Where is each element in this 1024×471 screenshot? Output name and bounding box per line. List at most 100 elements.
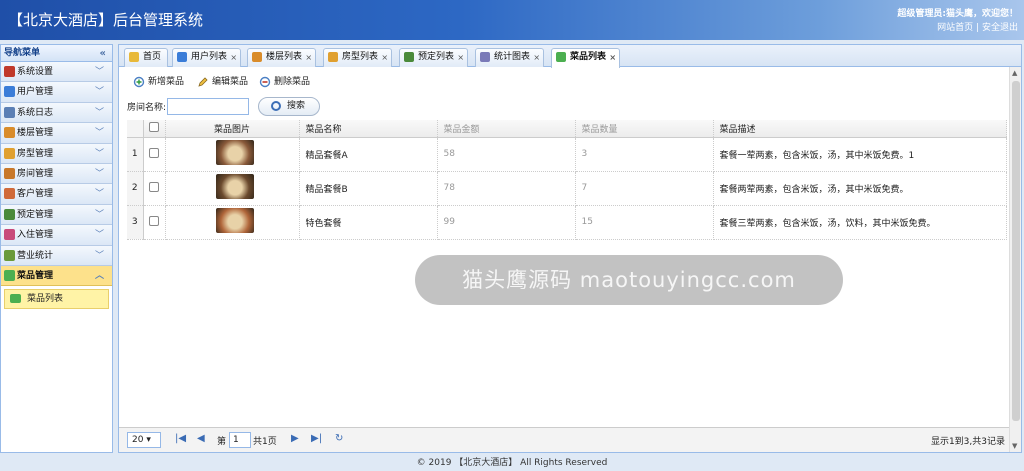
add-icon <box>133 76 145 88</box>
chevron-icon[interactable]: ﹀ <box>95 144 104 164</box>
sidebar-item-9[interactable]: 营业统计 ﹀ <box>1 245 112 266</box>
table-row[interactable]: 2 精品套餐B 78 7 套餐两荤两素，包含米饭，汤，其中米饭免费。 <box>127 171 1007 206</box>
tab-icon <box>252 52 262 62</box>
col-dish-image[interactable]: 菜品图片 <box>165 120 300 138</box>
row-checkbox-cell[interactable] <box>143 205 166 240</box>
scroll-up-icon[interactable]: ▲ <box>1012 69 1017 77</box>
row-checkbox-cell[interactable] <box>143 171 166 206</box>
search-icon <box>271 101 281 111</box>
chevron-icon[interactable]: ﹀ <box>95 164 104 184</box>
collapse-icon[interactable]: « <box>100 45 106 62</box>
chevron-icon[interactable]: ﹀ <box>95 225 104 245</box>
chevron-icon[interactable]: ﹀ <box>95 123 104 143</box>
col-dish-desc[interactable]: 菜品描述 <box>713 120 1007 138</box>
close-icon[interactable]: × <box>533 49 540 66</box>
sidebar-item-3[interactable]: 楼层管理 ﹀ <box>1 123 112 144</box>
dish-image-cell <box>165 205 300 240</box>
sidebar-item-6[interactable]: 客户管理 ﹀ <box>1 184 112 205</box>
tab-label: 统计图表 <box>494 52 531 62</box>
admin-greeting: 超级管理员:猫头鹰，欢迎您！ <box>897 9 1018 19</box>
tab-5[interactable]: 统计图表 × <box>475 48 545 67</box>
table-row[interactable]: 1 精品套餐A 58 3 套餐一荤两素，包含米饭，汤，其中米饭免费。1 <box>127 137 1007 172</box>
tab-1[interactable]: 用户列表 × <box>172 48 242 67</box>
chevron-icon[interactable]: ﹀ <box>95 62 104 82</box>
search-button[interactable]: 搜索 <box>258 97 320 116</box>
col-dish-name[interactable]: 菜品名称 <box>299 120 438 138</box>
col-dish-qty[interactable]: 菜品数量 <box>575 120 714 138</box>
next-page-icon[interactable]: ▶ <box>291 433 299 444</box>
edit-dish-button[interactable]: 编辑菜品 <box>197 75 248 89</box>
edit-icon <box>198 77 208 87</box>
scrollbar-thumb[interactable] <box>1012 81 1020 421</box>
delete-dish-button[interactable]: 删除菜品 <box>259 75 310 89</box>
sidebar-item-1[interactable]: 用户管理 ﹀ <box>1 82 112 103</box>
row-checkbox[interactable] <box>149 181 159 192</box>
tab-0[interactable]: 首页 <box>124 48 169 67</box>
logout-link[interactable]: 安全退出 <box>982 23 1018 33</box>
select-all-checkbox[interactable] <box>149 121 159 132</box>
close-icon[interactable]: × <box>381 49 388 66</box>
site-home-link[interactable]: 网站首页 <box>937 23 973 33</box>
row-number: 3 <box>127 205 144 240</box>
tab-bar: 首页 用户列表 × 楼层列表 × 房型列表 × 预定列表 × 统计图表 × 菜品列表 × <box>119 45 1021 68</box>
sidebar-item-label: 房间管理 <box>17 168 54 179</box>
vertical-scrollbar[interactable]: ▲ ▼ <box>1009 67 1021 452</box>
chevron-icon[interactable]: ﹀ <box>95 103 104 123</box>
tab-label: 菜品列表 <box>570 52 607 62</box>
menu-icon <box>4 188 15 200</box>
tab-2[interactable]: 楼层列表 × <box>247 48 317 67</box>
room-name-input[interactable] <box>167 98 249 115</box>
sidebar-item-5[interactable]: 房间管理 ﹀ <box>1 163 112 185</box>
dish-image-cell <box>165 171 300 206</box>
page-number-input[interactable]: 1 <box>229 432 251 448</box>
tab-4[interactable]: 预定列表 × <box>399 48 469 67</box>
last-page-icon[interactable]: ▶| <box>311 433 322 444</box>
tab-icon <box>404 52 414 62</box>
row-checkbox[interactable] <box>149 215 159 226</box>
tab-6[interactable]: 菜品列表 × <box>551 48 621 68</box>
search-button-label: 搜索 <box>287 101 306 111</box>
scroll-down-icon[interactable]: ▼ <box>1012 442 1017 450</box>
sidebar-item-7[interactable]: 预定管理 ﹀ <box>1 204 112 226</box>
refresh-icon[interactable]: ↻ <box>335 433 343 444</box>
chevron-icon[interactable]: ﹀ <box>95 205 104 225</box>
page-footer: © 2019 【北京大酒店】 All Rights Reserved <box>416 458 608 468</box>
sidebar-item-4[interactable]: 房型管理 ﹀ <box>1 143 112 164</box>
sidebar-item-10[interactable]: 菜品管理 ︿ <box>1 265 112 287</box>
table-row[interactable]: 3 特色套餐 99 15 套餐三荤两素，包含米饭，汤，饮料，其中米饭免费。 <box>127 205 1007 240</box>
sidebar-item-label: 用户管理 <box>17 87 54 98</box>
close-icon[interactable]: × <box>457 49 464 66</box>
menu-icon <box>4 106 15 118</box>
first-page-icon[interactable]: |◀ <box>175 433 186 444</box>
delete-dish-label: 删除菜品 <box>274 77 311 87</box>
col-dish-price[interactable]: 菜品金额 <box>437 120 576 138</box>
sidebar-subitem-dish-list[interactable]: 菜品列表 <box>4 289 109 310</box>
tab-label: 楼层列表 <box>266 52 303 62</box>
row-checkbox[interactable] <box>149 147 159 158</box>
row-checkbox-cell[interactable] <box>143 137 166 172</box>
sidebar-item-2[interactable]: 系统日志 ﹀ <box>1 102 112 124</box>
dish-qty-cell: 15 <box>575 205 714 240</box>
chevron-icon[interactable]: ﹀ <box>95 246 104 266</box>
chevron-icon[interactable]: ﹀ <box>95 184 104 204</box>
sidebar-item-label: 预定管理 <box>17 209 54 220</box>
chevron-icon[interactable]: ︿ <box>95 266 104 286</box>
sidebar-title: 导航菜单 <box>4 48 41 58</box>
menu-icon <box>4 147 15 159</box>
close-icon[interactable]: × <box>230 49 237 66</box>
close-icon[interactable]: × <box>305 49 312 66</box>
sidebar-item-8[interactable]: 入住管理 ﹀ <box>1 225 112 246</box>
prev-page-icon[interactable]: ◀ <box>197 433 205 444</box>
app-header: 【北京大酒店】后台管理系统 超级管理员:猫头鹰，欢迎您！ 网站首页 | 安全退出 <box>0 0 1024 40</box>
page-size-select[interactable]: 20 ▾ <box>127 432 161 448</box>
chevron-icon[interactable]: ﹀ <box>95 82 104 102</box>
select-all-header[interactable] <box>143 120 166 138</box>
sidebar-item-0[interactable]: 系统设置 ﹀ <box>1 62 112 83</box>
toolbar: 新增菜品 编辑菜品 删除菜品 <box>119 72 1009 92</box>
add-dish-button[interactable]: 新增菜品 <box>133 75 184 89</box>
room-name-label: 房间名称: <box>127 103 167 113</box>
close-icon[interactable]: × <box>609 49 616 66</box>
tab-icon <box>480 52 490 62</box>
tab-3[interactable]: 房型列表 × <box>323 48 393 67</box>
dish-qty-cell: 3 <box>575 137 714 172</box>
